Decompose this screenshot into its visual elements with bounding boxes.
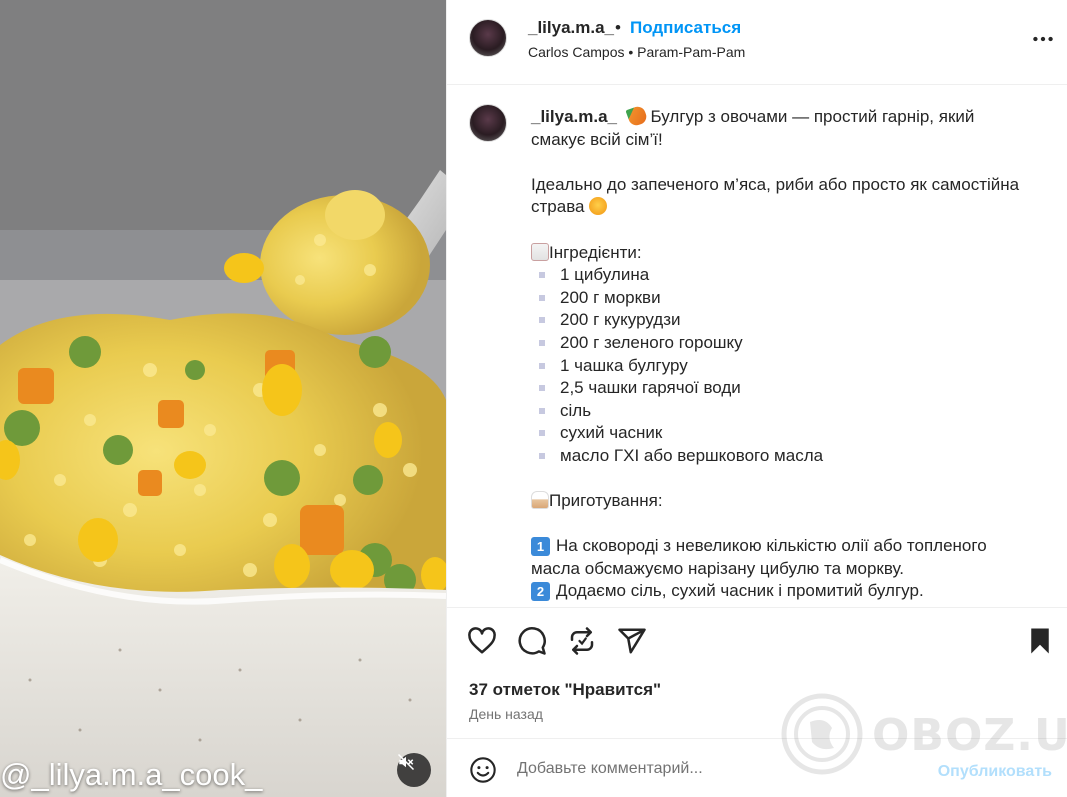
keycap-1-icon: 1 [531, 537, 550, 557]
publish-button[interactable]: Опубликовать [938, 763, 1052, 781]
header-separator: • [615, 18, 621, 37]
bookmark-saved-icon[interactable] [1025, 626, 1055, 656]
ingredients-list: 1 цибулина 200 г моркви 200 г кукурудзи … [531, 264, 1031, 467]
list-item: 200 г зеленого горошку [531, 332, 1031, 355]
avatar[interactable] [469, 19, 507, 57]
media-overlay-handle: @_lilya.m.a_cook_ [0, 757, 263, 792]
mute-button[interactable] [397, 753, 431, 787]
emoji-icon[interactable] [469, 756, 497, 784]
comment-bar: Опубликовать [447, 738, 1067, 797]
caption-username[interactable]: _lilya.m.a_ [531, 107, 617, 126]
repost-icon[interactable] [567, 626, 597, 656]
more-options-icon[interactable] [1030, 26, 1056, 52]
post-timestamp[interactable]: День назад [469, 706, 543, 722]
share-icon[interactable] [617, 626, 647, 656]
yum-emoji-icon [589, 197, 608, 216]
post-panel: _lilya.m.a_ • Подписаться Carlos Campos … [446, 0, 1067, 797]
likes-count[interactable]: 37 отметок "Нравится" [469, 680, 661, 700]
muted-speaker-icon [397, 753, 415, 771]
step-item: 2 Додаємо сіль, сухий часник і промитий б… [531, 580, 1031, 603]
caption-scroll-area[interactable]: _lilya.m.a_ Булгур з овочами — простий г… [447, 86, 1067, 606]
carrot-emoji-icon [625, 104, 649, 128]
list-item: 1 чашка булгуру [531, 355, 1031, 378]
list-item: 200 г моркви [531, 287, 1031, 310]
action-bar: 37 отметок "Нравится" День назад [447, 607, 1067, 737]
chef-emoji-icon [531, 491, 549, 510]
keycap-2-icon: 2 [531, 582, 550, 602]
follow-button[interactable]: Подписаться [630, 18, 741, 38]
food-photo [0, 0, 446, 797]
caption-text: _lilya.m.a_ Булгур з овочами — простий г… [531, 104, 1031, 603]
step-item: 1 На сковороді з невеликою кількістю олії… [531, 535, 1031, 580]
heart-icon[interactable] [467, 626, 497, 656]
comment-icon[interactable] [517, 626, 547, 656]
post-header: _lilya.m.a_ • Подписаться Carlos Campos … [447, 0, 1067, 85]
list-item: сухий часник [531, 422, 1031, 445]
steps-title: Приготування: [549, 491, 663, 511]
list-item: 1 цибулина [531, 264, 1031, 287]
memo-emoji-icon [531, 242, 549, 261]
list-item: 2,5 чашки гарячої води [531, 377, 1031, 400]
step-text: Додаємо сіль, сухий часник і промитий бу… [556, 581, 924, 601]
caption-avatar[interactable] [469, 104, 507, 142]
header-username[interactable]: _lilya.m.a_ [528, 18, 614, 38]
audio-credit[interactable]: Carlos Campos • Param-Pam-Pam [528, 44, 745, 60]
list-item: сіль [531, 400, 1031, 423]
post-media[interactable]: @_lilya.m.a_cook_ [0, 0, 446, 797]
list-item: 200 г кукурудзи [531, 309, 1031, 332]
list-item: масло ГХІ або вершкового масла [531, 445, 1031, 468]
comment-input[interactable] [517, 751, 917, 787]
step-text: На сковороді з невеликою кількістю олії … [531, 536, 987, 578]
ingredients-title: Інгредієнти: [549, 242, 642, 262]
